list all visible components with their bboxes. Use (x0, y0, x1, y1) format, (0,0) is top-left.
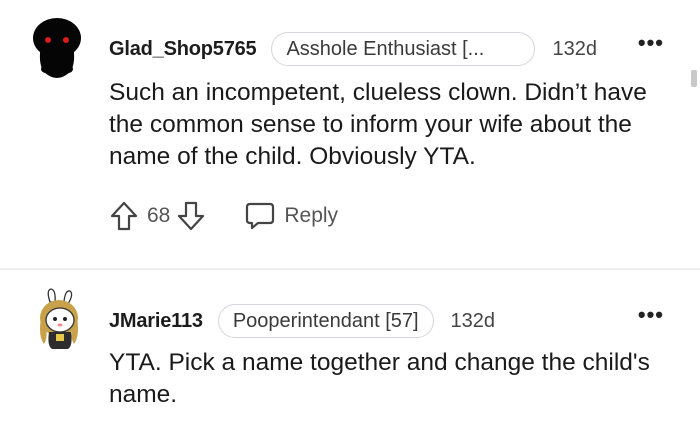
more-options-icon[interactable]: ••• (638, 32, 664, 54)
comment: JMarie113 Pooperintendant [57] 132d ••• … (0, 270, 700, 429)
more-options-icon[interactable]: ••• (638, 304, 664, 326)
reply-label: Reply (284, 204, 339, 227)
comment: Glad_Shop5765 Asshole Enthusiast [... 13… (0, 0, 700, 268)
reply-button[interactable]: Reply (244, 201, 338, 231)
user-flair: Pooperintendant [57] (217, 304, 434, 338)
comment-meta: Glad_Shop5765 Asshole Enthusiast [... 13… (109, 31, 597, 67)
vote-count: 68 (147, 204, 171, 227)
timestamp: 132d (450, 309, 496, 332)
comment-actions: 68 Reply (109, 196, 338, 236)
username[interactable]: Glad_Shop5765 (109, 38, 257, 61)
comment-body: YTA. Pick a name together and change the… (109, 349, 650, 408)
upvote-icon[interactable] (109, 200, 139, 232)
comment-body: Such an incompetent, clueless clown. Did… (109, 79, 647, 170)
comment-meta: JMarie113 Pooperintendant [57] 132d (109, 303, 495, 339)
avatar[interactable] (36, 288, 82, 350)
reply-bubble-icon (246, 202, 275, 230)
snoo-bunny-avatar-icon (40, 288, 78, 349)
downvote-icon[interactable] (176, 200, 206, 232)
user-flair: Asshole Enthusiast [... (271, 32, 536, 66)
avatar[interactable] (30, 16, 84, 78)
timestamp: 132d (552, 37, 597, 60)
snoo-dark-avatar-icon (33, 18, 81, 78)
username[interactable]: JMarie113 (109, 310, 203, 333)
